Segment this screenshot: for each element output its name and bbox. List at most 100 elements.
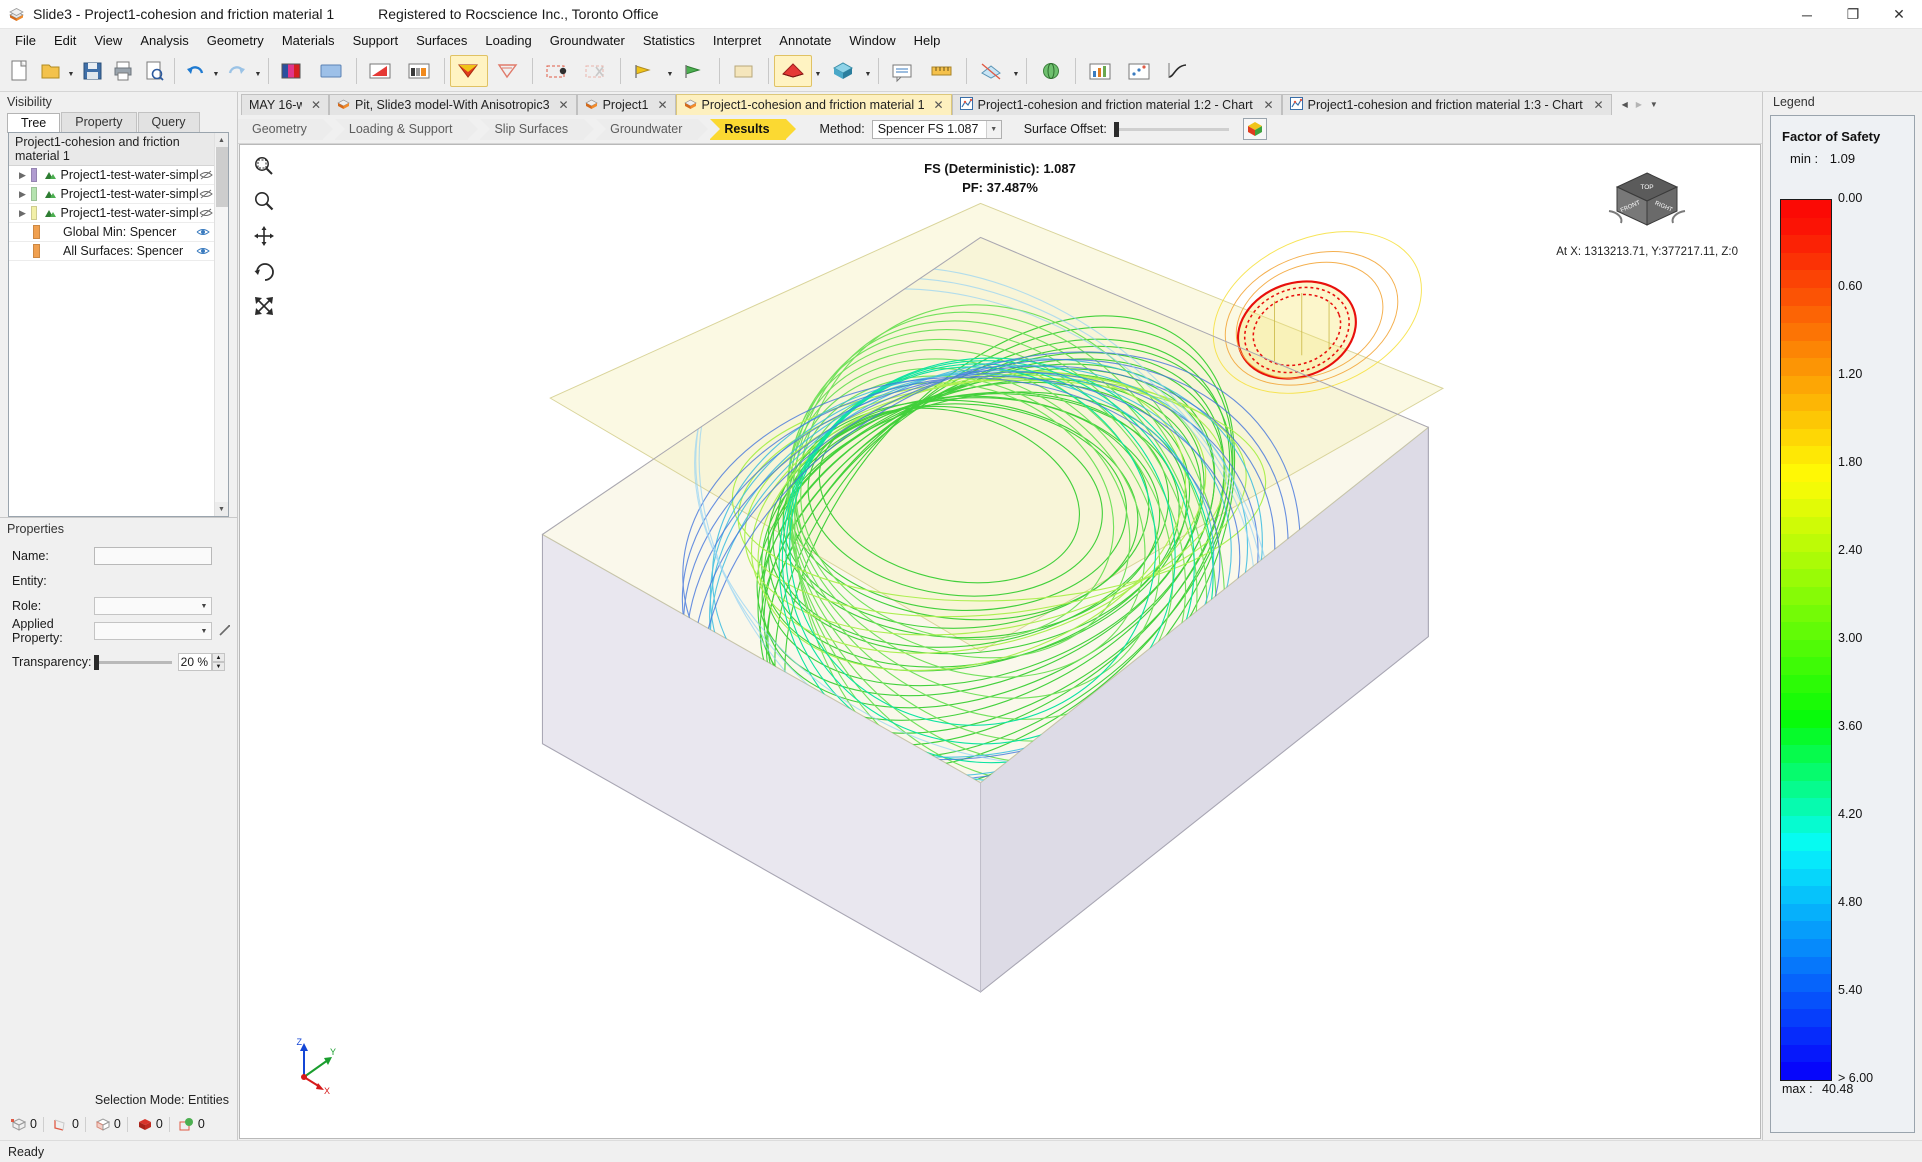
document-tab-project1[interactable]: Project1 ✕ [576, 94, 676, 115]
zoom-window-icon[interactable] [250, 153, 278, 179]
document-tab-chart-view-2[interactable]: Project1-cohesion and friction material … [951, 94, 1282, 115]
minimize-button[interactable]: ─ [1784, 0, 1830, 29]
chevron-down-icon[interactable]: ▼ [985, 120, 1001, 138]
tab-query[interactable]: Query [137, 112, 200, 132]
select-region-icon[interactable] [538, 55, 576, 87]
flag-chevron-down-icon[interactable]: ▼ [665, 55, 675, 87]
cut-plane-chevron-down-icon[interactable]: ▼ [1011, 55, 1021, 87]
slider-thumb[interactable] [1113, 121, 1119, 137]
document-tab-pit-anisotropic3[interactable]: Pit, Slide3 model-With Anisotropic3 ✕ [329, 94, 577, 115]
menu-geometry[interactable]: Geometry [198, 31, 273, 50]
menu-surfaces[interactable]: Surfaces [407, 31, 476, 50]
tab-prev-icon[interactable]: ◀ [1622, 100, 1628, 109]
blank-page-icon[interactable] [725, 55, 763, 87]
redo-icon[interactable] [222, 55, 252, 87]
plane-view-icon[interactable] [313, 55, 351, 87]
undo-icon[interactable] [180, 55, 210, 87]
annotate-note-icon[interactable] [884, 55, 922, 87]
rotate-icon[interactable] [250, 258, 278, 284]
save-icon[interactable] [77, 55, 107, 87]
menu-annotate[interactable]: Annotate [770, 31, 840, 50]
document-tab-may16water[interactable]: MAY 16-water ✕ [241, 94, 329, 115]
3d-model-viewport[interactable]: FS (Deterministic): 1.087 PF: 37.487% TO… [239, 144, 1761, 1139]
new-file-icon[interactable] [4, 55, 34, 87]
close-icon[interactable]: ✕ [1264, 98, 1274, 112]
menu-edit[interactable]: Edit [45, 31, 85, 50]
contour-sphere-icon[interactable] [1032, 55, 1070, 87]
edit-pencil-icon[interactable] [218, 623, 232, 640]
menu-interpret[interactable]: Interpret [704, 31, 770, 50]
workflow-step-geometry[interactable]: Geometry [238, 118, 333, 140]
tab-tree[interactable]: Tree [7, 113, 61, 133]
menu-help[interactable]: Help [905, 31, 950, 50]
visibility-eye-icon[interactable] [194, 245, 211, 257]
scatter-chart-icon[interactable] [1120, 55, 1158, 87]
tree-row[interactable]: ▶ Project1-test-water-simple_5 [9, 185, 228, 204]
redo-chevron-down-icon[interactable]: ▼ [253, 55, 263, 87]
tree-row[interactable]: ▶ Project1-test-water-simple_4 [9, 166, 228, 185]
3d-block-icon[interactable] [824, 55, 862, 87]
menu-file[interactable]: File [6, 31, 45, 50]
menu-support[interactable]: Support [344, 31, 408, 50]
close-icon[interactable]: ✕ [559, 98, 569, 112]
visibility-eye-icon[interactable] [194, 226, 211, 238]
menu-analysis[interactable]: Analysis [131, 31, 197, 50]
visibility-eye-off-icon[interactable] [199, 207, 214, 219]
chevron-down-icon[interactable]: ▼ [197, 598, 211, 614]
slider-thumb[interactable] [94, 654, 99, 670]
menu-view[interactable]: View [85, 31, 131, 50]
menu-statistics[interactable]: Statistics [634, 31, 704, 50]
role-dropdown[interactable]: ▼ [94, 597, 212, 615]
curve-chart-icon[interactable] [1159, 55, 1197, 87]
close-icon[interactable]: ✕ [657, 98, 667, 112]
material-table-icon[interactable] [401, 55, 439, 87]
transparency-value[interactable]: 20 % [178, 653, 212, 671]
visibility-eye-off-icon[interactable] [199, 188, 214, 200]
method-dropdown[interactable]: Spencer FS 1.087 ▼ [871, 119, 1002, 139]
applied-property-dropdown[interactable]: ▼ [94, 622, 212, 640]
close-button[interactable]: ✕ [1876, 0, 1922, 29]
zoom-all-icon[interactable] [250, 293, 278, 319]
view-orientation-cube[interactable]: TOP FRONT RIGHT At X: 1313213.71, Y:3772… [1556, 167, 1738, 258]
tab-property[interactable]: Property [61, 112, 137, 132]
3d-block-chevron-down-icon[interactable]: ▼ [863, 55, 873, 87]
tree-row[interactable]: Global Min: Spencer [9, 223, 228, 242]
green-flag-icon[interactable] [676, 55, 714, 87]
maximize-button[interactable]: ❐ [1830, 0, 1876, 29]
cut-plane-icon[interactable] [972, 55, 1010, 87]
close-icon[interactable]: ✕ [934, 98, 944, 112]
contour-colors-button[interactable] [1242, 118, 1267, 140]
tab-next-icon[interactable]: ▶ [1636, 100, 1642, 109]
compute-down-outline-icon[interactable] [489, 55, 527, 87]
transparency-slider[interactable] [94, 654, 172, 670]
stepper-up-icon[interactable]: ▲ [212, 653, 225, 662]
open-file-icon[interactable] [35, 55, 65, 87]
print-icon[interactable] [108, 55, 138, 87]
scroll-up-icon[interactable]: ▲ [215, 133, 228, 147]
expand-chevron-right-icon[interactable]: ▶ [19, 189, 31, 200]
visibility-eye-off-icon[interactable] [199, 169, 214, 181]
material-colors-icon[interactable] [274, 55, 312, 87]
bar-chart-icon[interactable] [1081, 55, 1119, 87]
deselect-region-icon[interactable] [577, 55, 615, 87]
workflow-step-results[interactable]: Results [710, 118, 796, 140]
stepper-buttons[interactable]: ▲ ▼ [212, 653, 225, 671]
document-tab-project1-cohesion-friction-material-1[interactable]: Project1-cohesion and friction material … [675, 94, 952, 115]
close-icon[interactable]: ✕ [311, 98, 321, 112]
surface-offset-slider[interactable] [1113, 121, 1229, 137]
workflow-step-loading-support[interactable]: Loading & Support [334, 118, 478, 140]
scrollbar-thumb[interactable] [216, 147, 228, 207]
menu-materials[interactable]: Materials [273, 31, 344, 50]
measure-icon[interactable] [923, 55, 961, 87]
name-field[interactable] [94, 547, 212, 565]
menu-groundwater[interactable]: Groundwater [541, 31, 634, 50]
yellow-flag-icon[interactable] [626, 55, 664, 87]
slide-surface-chevron-down-icon[interactable]: ▼ [813, 55, 823, 87]
document-tab-chart-view-3[interactable]: Project1-cohesion and friction material … [1281, 94, 1612, 115]
chevron-down-icon[interactable]: ▼ [197, 623, 211, 639]
tree-vertical-scrollbar[interactable]: ▲ ▼ [214, 133, 228, 516]
pan-icon[interactable] [250, 223, 278, 249]
menu-window[interactable]: Window [840, 31, 904, 50]
close-icon[interactable]: ✕ [1594, 98, 1604, 112]
tab-list-chevron-down-icon[interactable]: ▼ [1650, 100, 1658, 109]
